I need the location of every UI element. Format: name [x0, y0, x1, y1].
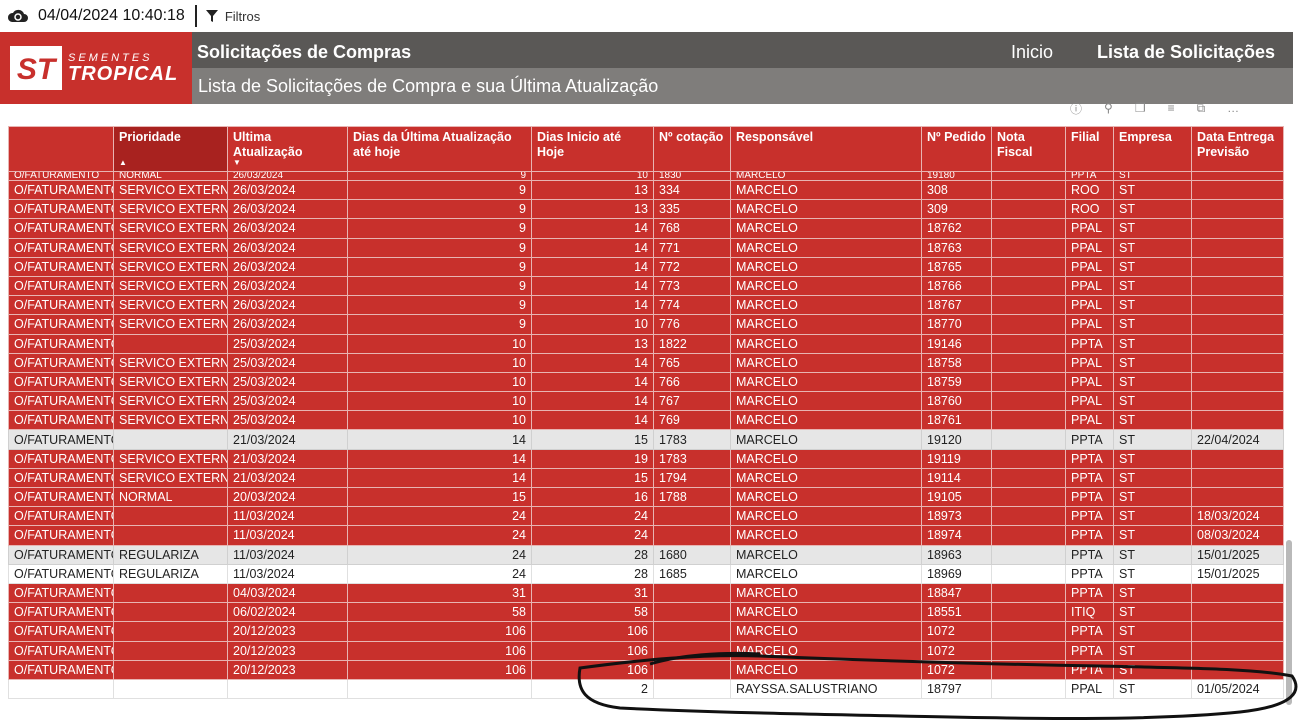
- hand-drawn-circle-annotation: [577, 651, 1298, 720]
